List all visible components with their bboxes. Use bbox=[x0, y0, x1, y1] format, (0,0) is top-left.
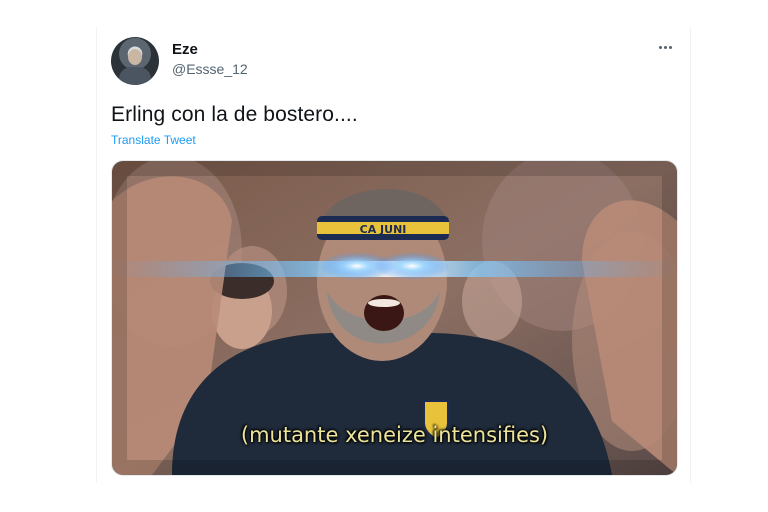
tweet-media-gif[interactable]: CA JUNI (mutante xeneize intensifies) bbox=[111, 160, 678, 476]
avatar-body bbox=[119, 67, 151, 85]
media-subtitle: (mutante xeneize intensifies) bbox=[240, 423, 549, 447]
dot bbox=[658, 45, 662, 49]
avatar-face bbox=[128, 49, 142, 65]
dot bbox=[668, 45, 672, 49]
avatar[interactable] bbox=[111, 37, 159, 85]
headband-text: CA JUNI bbox=[360, 223, 407, 236]
more-options-icon[interactable] bbox=[654, 38, 676, 56]
author-display-name[interactable]: Eze bbox=[172, 41, 198, 58]
tweet-text: Erling con la de bostero.... bbox=[111, 103, 358, 126]
dot bbox=[663, 45, 667, 49]
author-handle[interactable]: @Essse_12 bbox=[172, 61, 248, 77]
translate-tweet-link[interactable]: Translate Tweet bbox=[111, 133, 196, 147]
tweet-card[interactable]: Eze @Essse_12 Erling con la de bostero..… bbox=[96, 27, 691, 483]
